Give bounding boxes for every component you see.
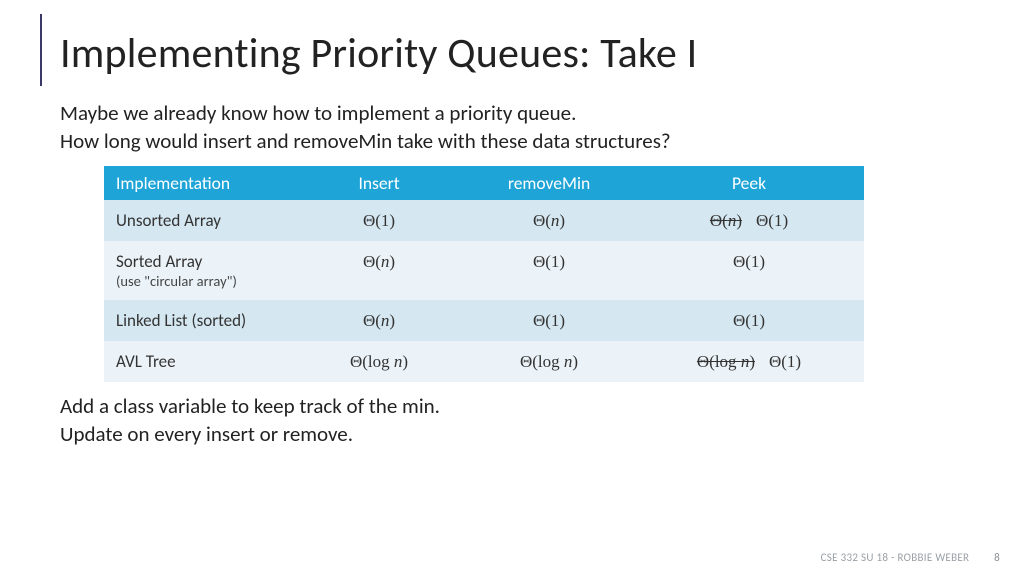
cell-implementation: Sorted Array(use "circular array") (104, 241, 294, 300)
cell-removemin: Θ(log n) (464, 341, 634, 382)
cell-peek: Θ(1) (634, 241, 864, 300)
cell-implementation: Unsorted Array (104, 200, 294, 241)
complexity-table: Implementation Insert removeMin Peek Uns… (104, 166, 864, 382)
intro-line-1: Maybe we already know how to implement a… (60, 100, 576, 126)
slide: Implementing Priority Queues: Take I May… (0, 0, 1024, 576)
footer-text: CSE 332 SU 18 - ROBBIE WEBER (821, 551, 970, 564)
table-row: AVL TreeΘ(log n)Θ(log n)Θ(log n)Θ(1) (104, 341, 864, 382)
cell-peek: Θ(1) (634, 300, 864, 341)
accent-bar (40, 14, 42, 86)
cell-implementation: AVL Tree (104, 341, 294, 382)
col-insert: Insert (294, 166, 464, 200)
cell-insert: Θ(n) (294, 300, 464, 341)
cell-removemin: Θ(n) (464, 200, 634, 241)
cell-insert: Θ(n) (294, 241, 464, 300)
table-row: Unsorted ArrayΘ(1)Θ(n)Θ(n)Θ(1) (104, 200, 864, 241)
cell-peek: Θ(log n)Θ(1) (634, 341, 864, 382)
col-removemin: removeMin (464, 166, 634, 200)
cell-removemin: Θ(1) (464, 241, 634, 300)
table-row: Sorted Array(use "circular array")Θ(n)Θ(… (104, 241, 864, 300)
note-line-1: Add a class variable to keep track of th… (60, 393, 440, 419)
slide-footer: CSE 332 SU 18 - ROBBIE WEBER 8 (821, 551, 1000, 564)
col-peek: Peek (634, 166, 864, 200)
table-header-row: Implementation Insert removeMin Peek (104, 166, 864, 200)
intro-line-2: How long would insert and removeMin take… (60, 128, 671, 154)
page-number: 8 (994, 551, 1000, 564)
table-row: Linked List (sorted)Θ(n)Θ(1)Θ(1) (104, 300, 864, 341)
cell-peek: Θ(n)Θ(1) (634, 200, 864, 241)
slide-title: Implementing Priority Queues: Take I (60, 28, 976, 79)
cell-insert: Θ(1) (294, 200, 464, 241)
notes-text: Add a class variable to keep track of th… (60, 392, 976, 449)
col-implementation: Implementation (104, 166, 294, 200)
cell-removemin: Θ(1) (464, 300, 634, 341)
intro-text: Maybe we already know how to implement a… (60, 99, 976, 156)
note-line-2: Update on every insert or remove. (60, 421, 353, 447)
cell-implementation: Linked List (sorted) (104, 300, 294, 341)
table-body: Unsorted ArrayΘ(1)Θ(n)Θ(n)Θ(1)Sorted Arr… (104, 200, 864, 382)
cell-insert: Θ(log n) (294, 341, 464, 382)
